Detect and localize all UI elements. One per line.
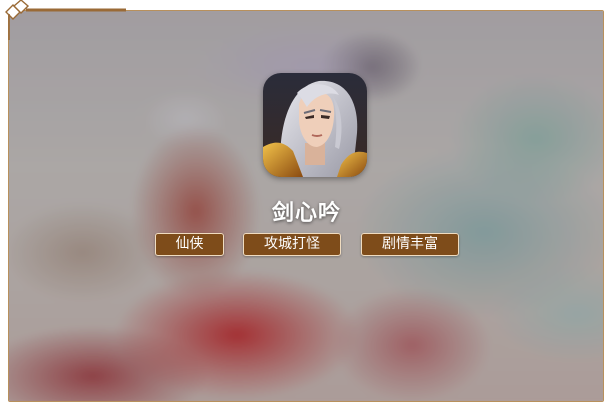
tag-xianxia: 仙侠: [155, 233, 224, 256]
tag-siege-combat: 攻城打怪: [243, 233, 341, 256]
tag-rich-story: 剧情丰富: [361, 233, 459, 256]
game-title: 剑心吟: [271, 201, 341, 226]
character-portrait-icon: [263, 73, 367, 177]
game-card[interactable]: 剑心吟 仙侠 攻城打怪 剧情丰富: [8, 10, 604, 402]
game-icon[interactable]: [263, 73, 367, 177]
